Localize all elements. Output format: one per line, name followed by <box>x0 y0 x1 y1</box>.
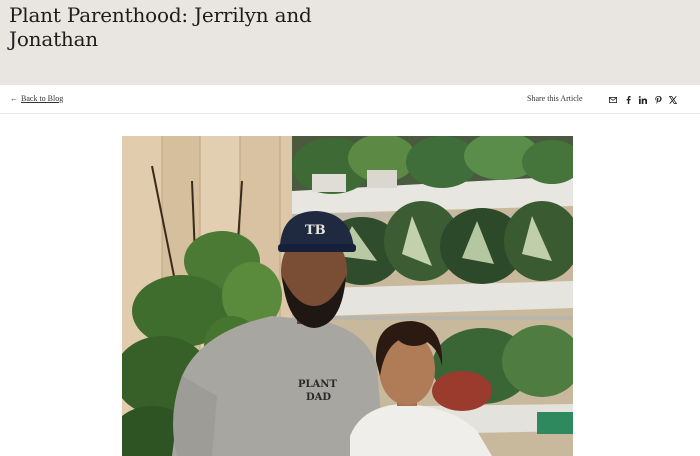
article-subnav: ← Back to Blog Share this Article <box>0 85 700 114</box>
back-arrow-icon: ← <box>10 94 18 103</box>
mail-icon[interactable] <box>609 96 617 104</box>
facebook-icon[interactable] <box>624 96 632 104</box>
share-label: Share this Article <box>527 94 583 103</box>
couple-with-plants-illustration: TB PLANT DAD <box>122 136 573 456</box>
article-hero-photo: TB PLANT DAD <box>122 136 573 456</box>
x-icon[interactable] <box>669 96 677 104</box>
shirt-text-line1: PLANT <box>298 379 337 390</box>
article-title: Plant Parenthood: Jerrilyn and Jonathan <box>9 3 312 51</box>
back-to-blog-label: Back to Blog <box>21 94 64 103</box>
shirt-text-line2: DAD <box>306 392 331 403</box>
cap-logo: TB <box>305 223 326 238</box>
share-icons <box>609 95 677 105</box>
back-to-blog-link[interactable]: ← Back to Blog <box>10 94 63 104</box>
linkedin-icon[interactable] <box>639 96 647 104</box>
article-hero: Plant Parenthood: Jerrilyn and Jonathan <box>0 0 700 85</box>
pinterest-icon[interactable] <box>654 96 662 104</box>
